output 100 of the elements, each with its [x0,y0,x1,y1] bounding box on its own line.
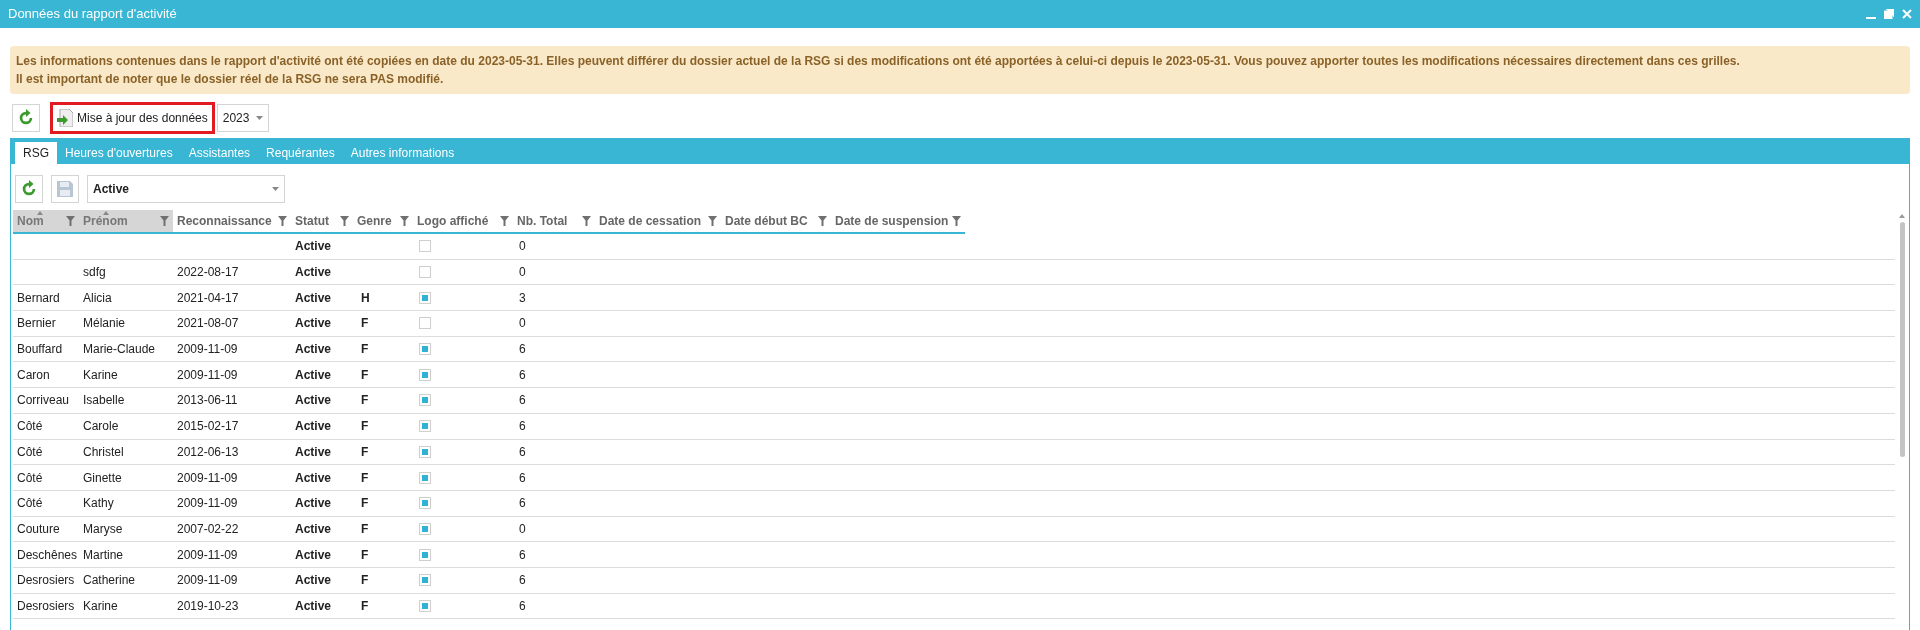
table-cell-text: Isabelle [82,392,126,410]
table-cell-text: F [360,418,370,436]
table-cell-text: Karine [82,366,119,384]
table-cell-text: sdfg [82,264,107,282]
refresh-icon [17,109,35,127]
table-cell-text: 2022-08-17 [176,264,240,282]
refresh-button[interactable] [12,104,40,132]
checkbox[interactable] [419,574,431,587]
table-cell-text: 6 [518,495,527,513]
table-cell-text: Catherine [82,572,137,590]
table-cell-text: F [360,443,370,461]
table-cell-text: 2009-11-09 [176,366,239,384]
year-dropdown[interactable]: 2023 [216,104,269,132]
table-cell-text: H [360,289,371,307]
table-cell-text: 6 [518,392,527,410]
column-header[interactable]: Prénom [79,210,173,232]
filter-icon[interactable] [278,216,287,226]
checkbox[interactable] [419,317,431,330]
table-cell-text: Bernier [16,315,57,333]
table-cell-text: Active [294,366,333,384]
table-cell-text: 2009-11-09 [176,469,239,487]
table-cell-text: 6 [518,443,527,461]
table-cell-text: 6 [518,546,527,564]
table-cell-text: F [360,520,370,538]
table-cell-text: Active [294,264,333,282]
scroll-up-icon[interactable] [1899,214,1905,218]
table-cell-text: Active [294,572,333,590]
table-cell-text: F [360,366,370,384]
checkbox[interactable] [419,240,431,253]
caret-icon [255,116,263,120]
table-cell-text: Karine [82,597,119,615]
table-cell-text: Active [294,520,333,538]
table-cell-text: Active [294,315,333,333]
maximize-icon[interactable] [1884,9,1894,19]
table-cell-text: 3 [518,289,527,307]
table-cell-text: 0 [518,520,527,538]
sort-arrow-icon [103,211,109,215]
filter-icon[interactable] [818,216,827,226]
checkbox[interactable] [419,291,431,304]
checkbox[interactable] [419,471,431,484]
table-cell-text: 2009-11-09 [176,341,239,359]
column-header[interactable]: Nom [13,210,79,232]
close-icon[interactable] [1902,9,1912,19]
table-cell-text: Active [294,469,333,487]
checkbox[interactable] [419,343,431,356]
checkbox[interactable] [419,266,431,279]
table-cell-text: 2009-11-09 [176,546,239,564]
table-cell-text: F [360,469,370,487]
status-filter-dropdown[interactable]: Active [87,175,285,203]
filter-icon[interactable] [500,216,509,226]
update-data-button[interactable]: Mise à jour des données [50,102,215,134]
filter-icon[interactable] [340,216,349,226]
checkbox[interactable] [419,599,431,612]
checkbox[interactable] [419,368,431,381]
table-cell-text: Côté [16,418,44,436]
table-cell-text: Côté [16,495,44,513]
table-cell-text: Active [294,546,333,564]
table-cell-text: 2015-02-17 [176,418,240,436]
table-cell-text: Côté [16,443,44,461]
table-cell-text: Christel [82,443,125,461]
table-cell-text: 6 [518,418,527,436]
filter-icon[interactable] [582,216,591,226]
filter-icon[interactable] [400,216,409,226]
checkbox[interactable] [419,445,431,458]
window-title: Données du rapport d'activité [8,5,177,24]
table-cell-text: Carole [82,418,120,436]
document-arrow-icon [57,109,73,127]
table-cell-text: 0 [518,238,527,256]
table-cell-text: Active [294,392,333,410]
filter-icon[interactable] [708,216,717,226]
filter-icon[interactable] [952,216,961,226]
checkbox[interactable] [419,497,431,510]
table-cell-text: F [360,546,370,564]
table-cell-text: 2019-10-23 [176,597,240,615]
table-cell-text: F [360,597,370,615]
table-cell-text: Alicia [82,289,113,307]
table-cell-text: 6 [518,366,527,384]
checkbox[interactable] [419,548,431,561]
banner-text: Les informations contenues dans le rapport d'activité ont été copiées en date du 2023-05-31. Elles peuvent différer du dossier actuel de la RSG si des modifications ont été apportées à celui-ci depuis le 2023-05-31. Vous pouvez apporter toutes les modifications nécessaires directement dans ces grilles. [16,53,1741,70]
sort-arrow-icon [37,211,43,215]
table-cell-text: Active [294,289,333,307]
table-cell-text: Active [294,238,333,256]
table-cell-text: Martine [82,546,124,564]
table-cell-text: 6 [518,572,527,590]
checkbox[interactable] [419,394,431,407]
refresh-icon [20,180,38,198]
checkbox[interactable] [419,420,431,433]
table-cell-text: Active [294,597,333,615]
filter-icon[interactable] [160,216,169,226]
tab[interactable]: RSG [15,142,57,164]
refresh-button[interactable] [15,175,43,203]
checkbox[interactable] [419,522,431,535]
table-cell-text: 2012-06-13 [176,443,240,461]
table-cell-text: Marie-Claude [82,341,157,359]
filter-icon[interactable] [66,216,75,226]
table-cell-text: Active [294,341,333,359]
table-cell-text: 0 [518,264,527,282]
table-cell-text: Active [294,418,333,436]
banner-text: Il est important de noter que le dossier réel de la RSG ne sera PAS modifié. [16,71,445,88]
table-cell-text: Maryse [82,520,124,538]
